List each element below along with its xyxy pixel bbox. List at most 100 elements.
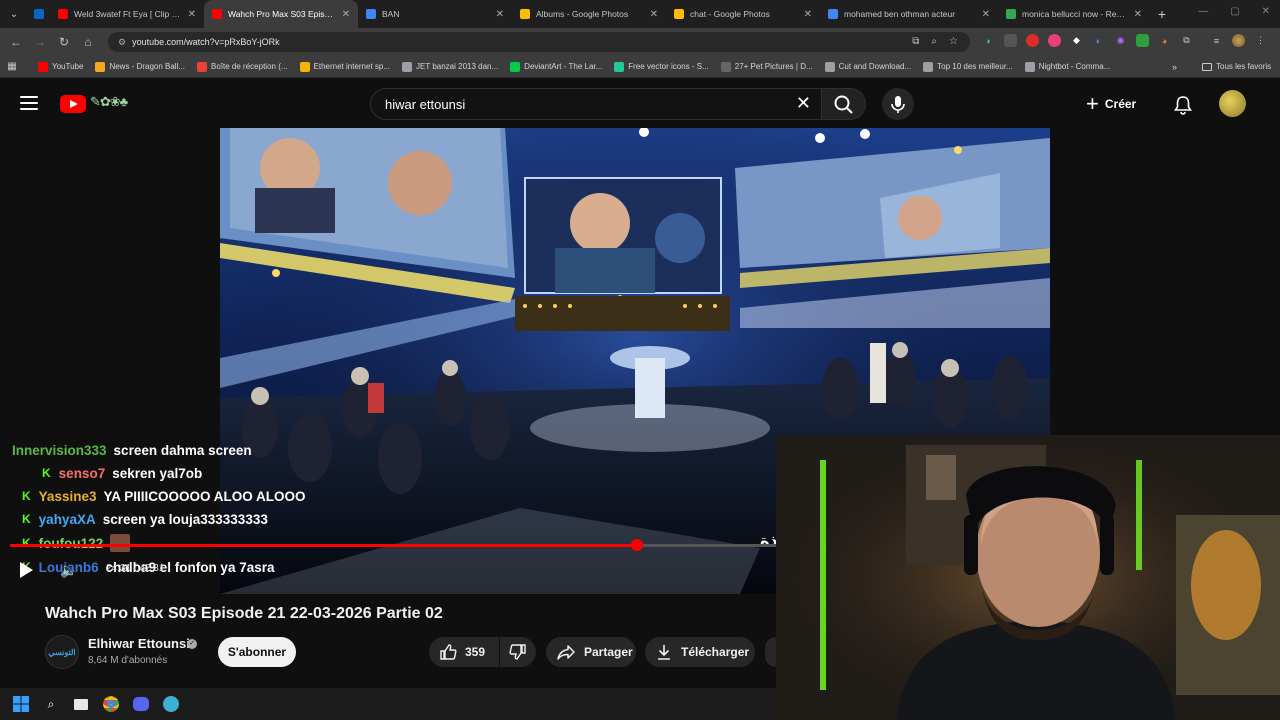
download-icon — [658, 645, 670, 660]
close-tab-icon[interactable]: ✕ — [1134, 9, 1142, 20]
create-label: Créer — [1104, 97, 1137, 111]
clear-search-icon[interactable]: ✕ — [796, 93, 811, 114]
profile-avatar[interactable] — [1232, 34, 1245, 47]
bookmark-item[interactable]: News - Dragon Ball... — [95, 61, 186, 72]
like-button[interactable]: 359 — [429, 637, 499, 667]
new-tab-button[interactable]: + — [1150, 6, 1174, 22]
search-button[interactable] — [822, 88, 866, 120]
forward-icon[interactable]: → — [28, 35, 52, 49]
bookmark-label: News - Dragon Ball... — [109, 62, 186, 71]
voice-search-button[interactable] — [882, 88, 914, 120]
bookmark-item[interactable]: Ethernet internet sp... — [299, 61, 390, 72]
bookmark-item[interactable]: 27+ Pet Pictures | D... — [720, 61, 813, 72]
site-info-icon[interactable]: ⚙ — [118, 37, 126, 48]
close-tab-icon[interactable]: ✕ — [804, 9, 812, 20]
more-bookmarks-icon[interactable]: » — [1172, 62, 1177, 72]
search-input[interactable]: hiwar ettounsi ✕ — [370, 88, 822, 120]
chrome-icon[interactable] — [102, 695, 120, 713]
google-icon — [828, 9, 838, 19]
extension-icon[interactable]: ◕ — [1158, 34, 1171, 47]
bookmark-label: JET banzai 2013 dan... — [416, 62, 499, 71]
browser-tab[interactable]: BAN ✕ — [358, 0, 512, 28]
browser-tab[interactable]: Albums - Google Photos ✕ — [512, 0, 666, 28]
thumbs-down-icon — [509, 644, 526, 660]
extension-icon[interactable]: ◗ — [982, 34, 995, 47]
linkedin-tab[interactable] — [28, 0, 50, 28]
close-tab-icon[interactable]: ✕ — [342, 9, 350, 20]
create-button[interactable]: + Créer — [1086, 88, 1136, 120]
windows-start-icon[interactable] — [12, 695, 30, 713]
app-icon[interactable] — [162, 695, 180, 713]
extension-icon[interactable] — [1136, 34, 1149, 47]
close-tab-icon[interactable]: ✕ — [650, 9, 658, 20]
video-title: Wahch Pro Max S03 Episode 21 22-03-2026 … — [45, 605, 443, 622]
close-window-icon[interactable]: ✕ — [1262, 6, 1270, 17]
play-icon[interactable] — [20, 562, 33, 578]
browser-tab[interactable]: mohamed ben othman acteur ✕ — [820, 0, 998, 28]
minimize-icon[interactable]: — — [1198, 6, 1208, 17]
subscribe-button[interactable]: S'abonner — [218, 637, 296, 667]
notifications-bell-icon[interactable] — [1172, 94, 1194, 116]
kick-badge-icon: K — [42, 466, 51, 480]
more-actions-button[interactable] — [765, 637, 776, 667]
webcam-frame — [776, 435, 1280, 720]
menu-hamburger-icon[interactable] — [20, 96, 38, 110]
taskbar-search-icon[interactable]: ⌕ — [42, 695, 60, 713]
close-tab-icon[interactable]: ✕ — [496, 9, 504, 20]
dislike-button[interactable] — [500, 637, 536, 667]
maximize-icon[interactable]: ▢ — [1230, 6, 1239, 17]
browser-tab[interactable]: Weld 3watef Ft Eya [ Clip Officiel ] ✕ — [50, 0, 204, 28]
extension-icon[interactable] — [1048, 34, 1061, 47]
camera-extension-icon[interactable] — [1004, 34, 1017, 47]
channel-name[interactable]: Elhiwar Ettounsi — [88, 636, 190, 651]
close-tab-icon[interactable]: ✕ — [982, 9, 990, 20]
extension-icon[interactable] — [1026, 34, 1039, 47]
media-icon[interactable]: ≡ — [1210, 34, 1223, 47]
extensions-puzzle-icon[interactable]: ⧉ — [1180, 34, 1193, 47]
bookmark-item[interactable]: JET banzai 2013 dan... — [402, 61, 499, 72]
bookmark-star-icon[interactable]: ☆ — [949, 36, 958, 47]
bookmark-item[interactable]: Nightbot - Comma... — [1024, 61, 1110, 72]
channel-avatar[interactable]: التونسي — [45, 635, 79, 669]
bookmark-favicon-icon — [824, 61, 835, 72]
back-icon[interactable]: ← — [4, 35, 28, 49]
youtube-logo[interactable] — [60, 95, 86, 113]
share-button[interactable]: Partager — [546, 637, 636, 667]
bookmark-item[interactable]: DeviantArt - The Lar... — [510, 61, 603, 72]
extension-icon[interactable]: ◐ — [1092, 34, 1105, 47]
bookmark-item[interactable]: Top 10 des meilleur... — [923, 61, 1013, 72]
reload-icon[interactable]: ↻ — [52, 35, 76, 49]
close-tab-icon[interactable]: ✕ — [188, 9, 196, 20]
browser-tab[interactable]: monica bellucci now - Recherche ✕ — [998, 0, 1150, 28]
bookmark-favicon-icon — [197, 61, 208, 72]
bookmark-item[interactable]: Cut and Download... — [824, 61, 911, 72]
home-icon[interactable]: ⌂ — [76, 35, 100, 49]
menu-kebab-icon[interactable]: ⋮ — [1254, 34, 1267, 47]
browser-tab[interactable]: Wahch Pro Max S03 Episode 21 ✕ — [204, 0, 358, 28]
account-avatar[interactable] — [1219, 90, 1246, 117]
volume-icon[interactable]: 🔈 — [60, 562, 77, 579]
share-label: Partager — [584, 645, 633, 659]
open-in-app-icon[interactable]: ⧉ — [912, 36, 919, 47]
tab-search-icon[interactable]: ⌄ — [0, 0, 28, 28]
discord-icon[interactable] — [132, 695, 150, 713]
address-bar[interactable]: ⚙ youtube.com/watch?v=pRxBoY-jORk ⧉ ⌕ ☆ — [108, 32, 970, 52]
extension-icon[interactable]: ◉ — [1114, 34, 1127, 47]
youtube-doodle-icon[interactable]: ✎✿❀♣ — [90, 94, 128, 110]
tab-title: BAN — [382, 9, 400, 19]
bookmark-item[interactable]: Boîte de réception (... — [197, 61, 288, 72]
browser-tab[interactable]: chat - Google Photos ✕ — [666, 0, 820, 28]
apps-grid-icon[interactable]: ▦ — [0, 61, 24, 72]
youtube-icon — [212, 9, 222, 19]
bookmark-item[interactable]: YouTube — [38, 61, 83, 72]
bookmark-label: Top 10 des meilleur... — [937, 62, 1013, 71]
thumbs-up-icon — [440, 644, 457, 660]
download-button[interactable]: Télécharger — [645, 637, 755, 667]
zoom-icon[interactable]: ⌕ — [931, 36, 937, 47]
bookmark-item[interactable]: Free vector icons - S... — [614, 61, 709, 72]
file-explorer-icon[interactable] — [72, 695, 90, 713]
all-bookmarks-folder[interactable]: Tous les favoris — [1202, 62, 1271, 71]
extension-icon[interactable]: ◆ — [1070, 34, 1083, 47]
chat-username: Innervision333 — [12, 442, 107, 458]
bookmark-label: DeviantArt - The Lar... — [524, 62, 603, 71]
